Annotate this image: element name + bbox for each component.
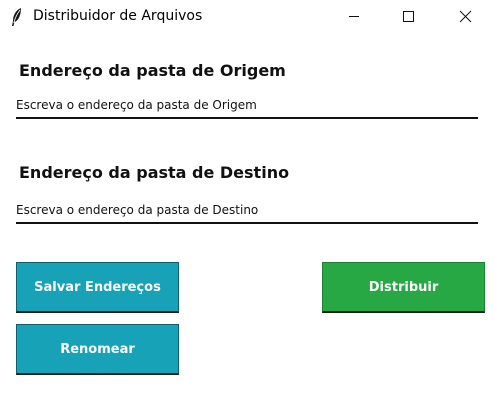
minimize-button[interactable] [331,0,377,33]
maximize-icon [403,11,414,22]
close-icon [459,10,472,23]
minimize-icon [349,16,359,17]
origem-path-input[interactable] [16,93,478,119]
close-button[interactable] [441,0,487,33]
app-window: Distribuidor de Arquivos Endereço da pas… [0,0,495,407]
rename-button[interactable]: Renomear [16,324,179,375]
window-title: Distribuidor de Arquivos [33,8,203,24]
distribute-button[interactable]: Distribuir [322,262,485,313]
main-content: Endereço da pasta de Origem Endereço da … [0,33,495,407]
destino-path-input[interactable] [16,198,478,224]
maximize-button[interactable] [385,0,431,33]
destino-label: Endereço da pasta de Destino [19,163,290,182]
title-bar[interactable]: Distribuidor de Arquivos [0,0,495,33]
origem-label: Endereço da pasta de Origem [19,61,286,80]
save-paths-button[interactable]: Salvar Endereços [16,262,179,313]
feather-icon [10,7,24,27]
